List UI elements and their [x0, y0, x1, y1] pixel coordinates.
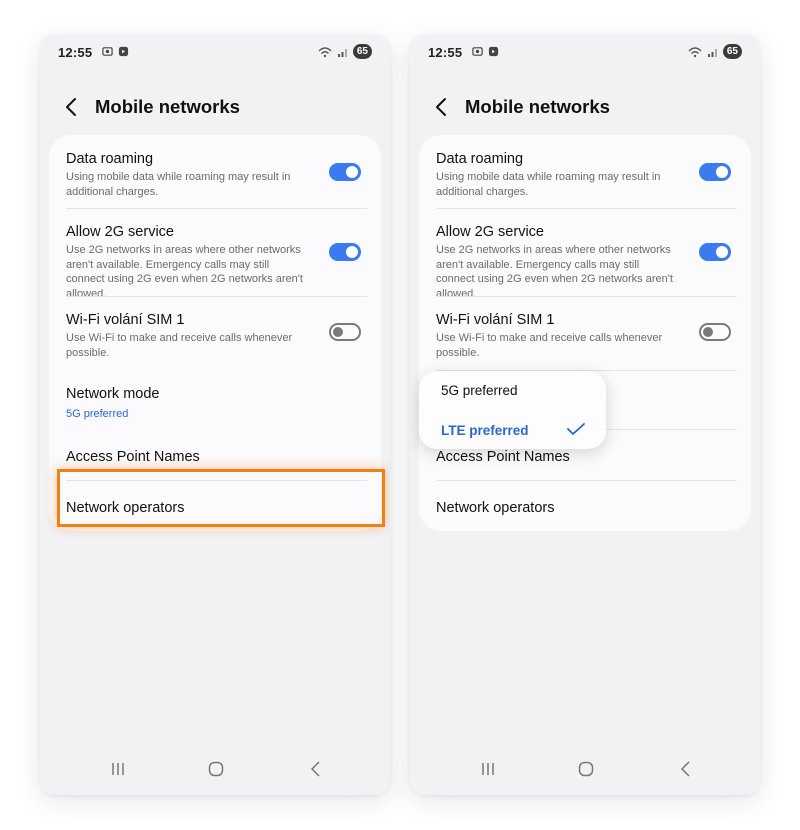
access-point-names-title: Access Point Names [436, 449, 570, 465]
checkmark-icon [567, 423, 585, 435]
wifi-calling-icon [688, 46, 702, 57]
data-roaming-subtitle: Using mobile data while roaming may resu… [66, 171, 291, 198]
network-mode-popup: 5G preferred LTE preferred [419, 371, 606, 449]
recents-icon[interactable] [108, 759, 128, 779]
status-bar: 12:55 65 [428, 44, 742, 62]
page-title: Mobile networks [95, 96, 240, 117]
allow-2g-toggle[interactable] [329, 243, 361, 261]
allow-2g-row[interactable]: Allow 2G service Use 2G networks in area… [436, 223, 737, 301]
access-point-names-title: Access Point Names [66, 449, 200, 465]
status-time: 12:55 [58, 45, 93, 60]
home-icon[interactable] [576, 759, 596, 779]
allow-2g-row[interactable]: Allow 2G service Use 2G networks in area… [66, 223, 367, 301]
settings-card: Data roaming Using mobile data while roa… [419, 135, 751, 531]
recents-icon[interactable] [478, 759, 498, 779]
back-icon[interactable] [306, 759, 326, 779]
battery-icon: 65 [352, 44, 372, 59]
data-roaming-toggle[interactable] [329, 163, 361, 181]
wifi-calling-toggle[interactable] [329, 323, 361, 341]
allow-2g-title: Allow 2G service [436, 224, 544, 240]
network-operators-title: Network operators [436, 500, 555, 516]
access-point-names-row[interactable]: Access Point Names [66, 448, 367, 466]
page-header: Mobile networks [432, 93, 740, 121]
back-arrow-icon[interactable] [62, 96, 82, 118]
wifi-calling-subtitle: Use Wi-Fi to make and receive calls when… [66, 332, 293, 359]
option-5g-preferred[interactable]: 5G preferred [441, 383, 518, 398]
data-roaming-row[interactable]: Data roaming Using mobile data while roa… [436, 150, 737, 199]
network-mode-row[interactable]: Network mode 5G preferred [66, 385, 367, 421]
back-icon[interactable] [676, 759, 696, 779]
signal-icon [337, 48, 347, 57]
allow-2g-subtitle: Use 2G networks in areas where other net… [436, 244, 673, 300]
signal-icon [707, 48, 717, 57]
divider [66, 296, 367, 297]
page-header: Mobile networks [62, 93, 370, 121]
access-point-names-row[interactable]: Access Point Names [436, 448, 737, 466]
network-operators-title: Network operators [66, 500, 185, 516]
divider [66, 480, 367, 481]
page-title: Mobile networks [465, 96, 610, 117]
wifi-calling-icon [318, 46, 332, 57]
phone-screen-right: 12:55 65 Mobile networks Data roaming Us… [410, 35, 760, 795]
wifi-calling-title: Wi-Fi volání SIM 1 [436, 312, 555, 328]
allow-2g-title: Allow 2G service [66, 224, 174, 240]
data-roaming-subtitle: Using mobile data while roaming may resu… [436, 171, 661, 198]
wifi-calling-row[interactable]: Wi-Fi volání SIM 1 Use Wi-Fi to make and… [66, 311, 367, 360]
app-notification-icon [488, 46, 499, 57]
wifi-calling-toggle[interactable] [699, 323, 731, 341]
network-operators-row[interactable]: Network operators [66, 499, 367, 517]
phone-screen-left: 12:55 65 Mobile networks Data roaming Us… [40, 35, 390, 795]
divider [436, 480, 737, 481]
battery-icon: 65 [722, 44, 742, 59]
divider [436, 296, 737, 297]
settings-card: Data roaming Using mobile data while roa… [49, 135, 385, 531]
wifi-calling-subtitle: Use Wi-Fi to make and receive calls when… [436, 332, 663, 359]
navigation-bar [410, 759, 760, 779]
network-operators-row[interactable]: Network operators [436, 499, 737, 517]
app-notification-icon [118, 46, 129, 57]
data-roaming-row[interactable]: Data roaming Using mobile data while roa… [66, 150, 367, 199]
option-lte-preferred[interactable]: LTE preferred [441, 423, 529, 438]
navigation-bar [40, 759, 390, 779]
data-roaming-title: Data roaming [436, 151, 524, 167]
screenshot-icon [102, 47, 113, 56]
network-mode-title: Network mode [66, 386, 160, 402]
back-arrow-icon[interactable] [432, 96, 452, 118]
allow-2g-subtitle: Use 2G networks in areas where other net… [66, 244, 303, 300]
screenshot-icon [472, 47, 483, 56]
data-roaming-toggle[interactable] [699, 163, 731, 181]
status-bar: 12:55 65 [58, 44, 372, 62]
divider [66, 208, 367, 209]
wifi-calling-title: Wi-Fi volání SIM 1 [66, 312, 185, 328]
status-time: 12:55 [428, 45, 463, 60]
home-icon[interactable] [206, 759, 226, 779]
network-mode-highlight [57, 469, 385, 527]
network-mode-value: 5G preferred [66, 408, 129, 420]
allow-2g-toggle[interactable] [699, 243, 731, 261]
divider [436, 208, 737, 209]
wifi-calling-row[interactable]: Wi-Fi volání SIM 1 Use Wi-Fi to make and… [436, 311, 737, 360]
data-roaming-title: Data roaming [66, 151, 154, 167]
